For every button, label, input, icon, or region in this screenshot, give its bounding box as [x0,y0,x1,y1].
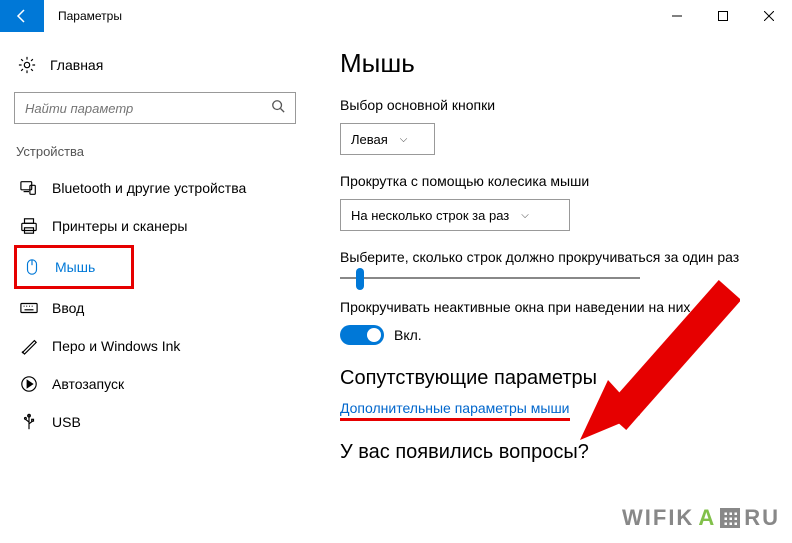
usb-icon [20,413,38,431]
scroll-lines-slider[interactable] [340,277,640,279]
close-button[interactable] [746,0,792,32]
gear-icon [18,56,36,74]
keyboard-icon [20,299,38,317]
scroll-method-label: Прокрутка с помощью колесика мыши [340,173,772,189]
sidebar-item-label: Ввод [52,300,84,316]
sidebar-item-typing[interactable]: Ввод [14,289,296,327]
sidebar-item-usb[interactable]: USB [14,403,296,441]
home-nav[interactable]: Главная [14,48,310,82]
search-field[interactable] [25,101,271,116]
questions-heading: У вас появились вопросы? [340,441,772,464]
annotation-highlight: Мышь [14,245,134,289]
primary-button-dropdown[interactable]: Левая ⌵ [340,123,435,155]
toggle-knob [367,328,381,342]
chevron-down-icon: ⌵ [400,134,408,145]
related-heading: Сопутствующие параметры [340,367,772,390]
sidebar-item-label: Мышь [55,259,95,275]
autoplay-icon [20,375,38,393]
sidebar-item-label: Принтеры и сканеры [52,218,187,234]
sidebar: Главная Устройства Bluetooth и другие ус… [0,48,310,474]
scroll-lines-label: Выберите, сколько строк должно прокручив… [340,249,772,265]
dropdown-value: На несколько строк за раз [351,208,509,223]
advanced-mouse-link[interactable]: Дополнительные параметры мыши [340,400,570,421]
inactive-windows-label: Прокручивать неактивные окна при наведен… [340,299,772,315]
home-label: Главная [50,57,103,73]
sidebar-item-pen[interactable]: Перо и Windows Ink [14,327,296,365]
inactive-windows-toggle[interactable] [340,325,384,345]
sidebar-item-autoplay[interactable]: Автозапуск [14,365,296,403]
sidebar-item-bluetooth[interactable]: Bluetooth и другие устройства [14,169,296,207]
watermark: WIFIKA RU [622,505,780,531]
main-content: Мышь Выбор основной кнопки Левая ⌵ Прокр… [310,48,792,474]
scroll-method-dropdown[interactable]: На несколько строк за раз ⌵ [340,199,570,231]
slider-thumb[interactable] [356,268,364,290]
maximize-button[interactable] [700,0,746,32]
search-icon [271,99,285,118]
sidebar-item-label: Bluetooth и другие устройства [52,180,246,196]
search-input[interactable] [14,92,296,124]
sidebar-item-label: USB [52,414,81,430]
page-title: Мышь [340,48,772,79]
window-title: Параметры [58,9,654,23]
devices-icon [20,179,38,197]
sidebar-item-label: Автозапуск [52,376,124,392]
printer-icon [20,217,38,235]
sidebar-item-mouse[interactable]: Мышь [17,248,299,286]
qr-icon [720,508,740,528]
primary-button-label: Выбор основной кнопки [340,97,772,113]
category-label: Устройства [14,144,310,159]
back-button[interactable] [0,0,44,32]
chevron-down-icon: ⌵ [521,210,529,221]
toggle-state-label: Вкл. [394,327,422,343]
sidebar-item-printers[interactable]: Принтеры и сканеры [14,207,296,245]
dropdown-value: Левая [351,132,388,147]
sidebar-item-label: Перо и Windows Ink [52,338,180,354]
mouse-icon [23,258,41,276]
minimize-button[interactable] [654,0,700,32]
pen-icon [20,337,38,355]
